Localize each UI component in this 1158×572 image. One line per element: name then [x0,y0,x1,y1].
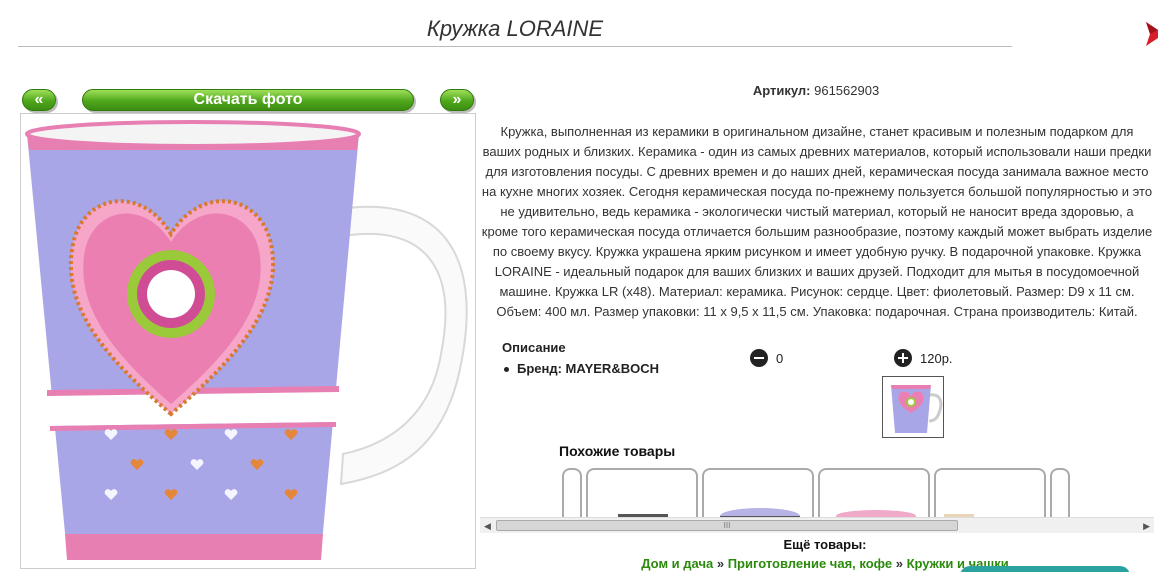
scrollbar-thumb[interactable]: III [496,520,958,531]
quantity-control: 0 [750,349,783,367]
breadcrumb-separator: » [713,556,728,571]
article-value: 961562903 [814,83,880,98]
next-photo-button[interactable]: » [440,89,474,111]
more-products-title: Ещё товары: [783,537,867,552]
scroll-right-icon[interactable]: ▶ [1143,521,1150,532]
product-title: Кружка LORAINE [426,16,604,41]
breadcrumb-home-garden[interactable]: Дом и дача [641,556,713,571]
similar-card[interactable] [1050,468,1070,518]
plus-circle-icon[interactable] [894,349,912,367]
breadcrumb-tea-coffee[interactable]: Приготовление чая, кофе [728,556,892,571]
product-description: Кружка, выполненная из керамики в оригин… [481,124,1153,319]
quantity-value: 0 [776,350,784,366]
similar-products-carousel [480,466,1154,518]
prev-photo-button[interactable]: « [22,89,56,111]
download-photo-button[interactable]: Скачать фото [82,89,414,111]
price-control: 120р. [894,349,953,367]
floating-widget[interactable] [960,566,1130,572]
product-thumbnail[interactable] [882,376,944,438]
similar-card[interactable] [818,468,930,518]
close-icon[interactable] [1142,18,1158,50]
price-value: 120р. [920,350,953,366]
similar-products-title: Похожие товары [559,443,676,459]
title-divider [18,46,1012,47]
article-label: Артикул: [752,83,811,98]
carousel-scrollbar[interactable]: ◀ III ▶ [480,517,1154,533]
product-photo [20,113,476,569]
brand-label: Бренд: MAYER&BOCH [517,361,659,376]
scroll-left-icon[interactable]: ◀ [484,521,491,532]
minus-circle-icon[interactable] [750,349,768,367]
specs-title: Описание [502,340,566,355]
similar-card[interactable] [562,468,582,518]
breadcrumb-separator: » [892,556,907,571]
similar-card[interactable] [934,468,1046,518]
similar-card[interactable] [586,468,698,518]
specs-list: Бренд: MAYER&BOCH [504,361,659,376]
article-number: Артикул: 961562903 [480,83,1152,98]
bullet-icon [504,367,509,373]
similar-card[interactable] [702,468,814,518]
